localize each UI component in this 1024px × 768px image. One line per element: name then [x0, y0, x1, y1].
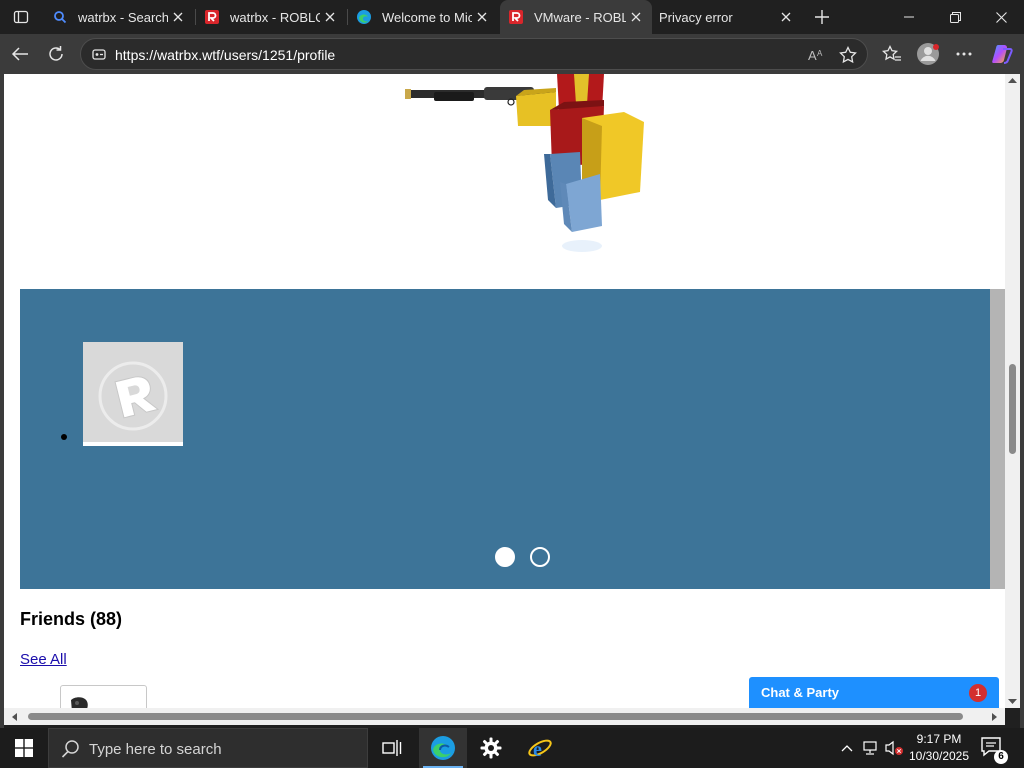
plus-icon [815, 10, 829, 24]
profile-button[interactable] [912, 38, 944, 70]
tab-close-icon[interactable] [626, 7, 646, 27]
roblox-icon [204, 9, 220, 25]
taskbar-internet-explorer[interactable]: e [516, 728, 564, 768]
network-icon[interactable] [861, 738, 881, 758]
refresh-icon [49, 46, 63, 61]
tab-title: watrbx - ROBLOX [230, 9, 320, 25]
task-view-icon [382, 740, 402, 756]
tab-actions-button[interactable] [8, 5, 34, 29]
minimize-button[interactable] [886, 0, 932, 34]
tab-close-icon[interactable] [168, 7, 188, 27]
favorites-button[interactable] [876, 38, 908, 70]
system-clock[interactable]: 9:17 PM 10/30/2025 [903, 731, 975, 765]
see-all-friends-link[interactable]: See All [20, 651, 67, 668]
close-icon [995, 11, 1007, 23]
tab-welcome-microsoft[interactable]: Welcome to Micr [348, 0, 498, 34]
tab-title: watrbx - Search [78, 9, 168, 25]
scroll-up-arrow-icon[interactable] [1007, 76, 1018, 84]
clock-date: 10/30/2025 [908, 749, 970, 763]
favorites-icon [882, 45, 901, 61]
friends-heading: Friends (88) [20, 609, 123, 629]
search-icon [61, 740, 79, 758]
svg-text:A: A [808, 48, 817, 62]
settings-more-button[interactable] [948, 38, 980, 70]
profile-avatar-icon [917, 43, 939, 65]
scroll-down-arrow-icon[interactable] [1007, 698, 1018, 706]
more-dots-icon [956, 52, 972, 56]
tab-title: Welcome to Micr [382, 9, 472, 25]
internet-explorer-icon: e [528, 739, 552, 761]
windows-taskbar: Type here to search e 9:17 PM 10/30/2025… [0, 728, 1024, 768]
chat-party-label: Chat & Party [761, 685, 840, 700]
friend-card[interactable] [60, 685, 147, 708]
read-aloud-icon[interactable]: AA [807, 45, 827, 65]
minimize-icon [904, 16, 914, 18]
scroll-left-arrow-icon[interactable] [10, 712, 18, 722]
taskbar-search-box[interactable]: Type here to search [48, 728, 368, 768]
back-arrow-icon [11, 47, 28, 61]
tab-actions-icon [13, 10, 29, 24]
roblox-logo-placeholder-icon [98, 361, 168, 431]
svg-text:e: e [533, 739, 542, 761]
scroll-right-arrow-icon[interactable] [991, 712, 999, 722]
horizontal-scroll-thumb[interactable] [28, 713, 963, 720]
gear-icon [480, 737, 502, 759]
site-info-icon[interactable] [91, 46, 107, 62]
carousel-side-strip [990, 289, 1005, 589]
window-border-right [1020, 74, 1024, 728]
restore-icon [949, 11, 961, 23]
tab-watrbx-search[interactable]: watrbx - Search [44, 0, 194, 34]
start-button[interactable] [0, 728, 48, 768]
tab-privacy-error[interactable]: Privacy error [652, 0, 802, 34]
carousel-item-tile[interactable] [83, 342, 183, 446]
back-button[interactable] [4, 38, 36, 70]
taskbar-search-placeholder: Type here to search [89, 741, 222, 758]
tab-watrbx-roblox[interactable]: watrbx - ROBLOX [196, 0, 346, 34]
friend-avatar-thumbnail [71, 697, 88, 708]
task-view-button[interactable] [368, 728, 416, 768]
favorite-star-icon[interactable] [838, 45, 858, 65]
tab-close-icon[interactable] [472, 7, 492, 27]
copilot-button[interactable] [986, 38, 1018, 70]
horizontal-scrollbar[interactable] [4, 708, 1005, 725]
taskbar-settings[interactable] [467, 728, 515, 768]
tab-title: VMware - ROBLO [534, 9, 626, 25]
url-text[interactable]: https://watrbx.wtf/users/1251/profile [115, 47, 335, 63]
vertical-scrollbar[interactable] [1005, 74, 1020, 708]
refresh-button[interactable] [40, 38, 72, 70]
svg-text:A: A [817, 49, 823, 58]
bing-search-icon [52, 9, 68, 25]
avatar-3d-image [405, 74, 644, 252]
carousel-dot-2[interactable] [530, 547, 550, 567]
browser-toolbar: https://watrbx.wtf/users/1251/profile AA [0, 34, 1024, 74]
restore-button[interactable] [932, 0, 978, 34]
carousel-dot-1[interactable] [495, 547, 515, 567]
avatar-render [4, 74, 1005, 289]
list-bullet [61, 434, 67, 440]
windows-logo-icon [15, 739, 33, 757]
tab-close-icon[interactable] [320, 7, 340, 27]
edge-icon [431, 736, 455, 760]
show-hidden-icons-button[interactable] [837, 738, 857, 758]
edge-icon [356, 9, 372, 25]
tab-vmware-roblox[interactable]: VMware - ROBLO [500, 0, 652, 34]
tab-title: Privacy error [659, 9, 733, 25]
vertical-scroll-thumb[interactable] [1009, 364, 1016, 454]
chat-party-bar[interactable]: Chat & Party 1 [749, 677, 999, 708]
taskbar-edge[interactable] [419, 728, 467, 768]
volume-muted-icon[interactable] [884, 738, 904, 758]
new-tab-button[interactable] [808, 3, 836, 31]
chevron-up-icon [841, 745, 853, 752]
close-window-button[interactable] [978, 0, 1024, 34]
chat-notification-badge: 1 [969, 684, 987, 702]
address-bar[interactable]: https://watrbx.wtf/users/1251/profile AA [80, 38, 868, 70]
page-viewport: Friends (88) See All Chat & Party 1 [4, 74, 1005, 708]
roblox-icon [508, 9, 524, 25]
notification-count-badge: 6 [994, 750, 1008, 764]
notification-center-button[interactable]: 6 [980, 736, 1008, 764]
tab-strip: watrbx - Search watrbx - ROBLOX Welcome … [0, 0, 1024, 34]
clock-time: 9:17 PM [916, 732, 962, 746]
tab-close-icon[interactable] [776, 7, 796, 27]
copilot-icon [992, 45, 1013, 64]
